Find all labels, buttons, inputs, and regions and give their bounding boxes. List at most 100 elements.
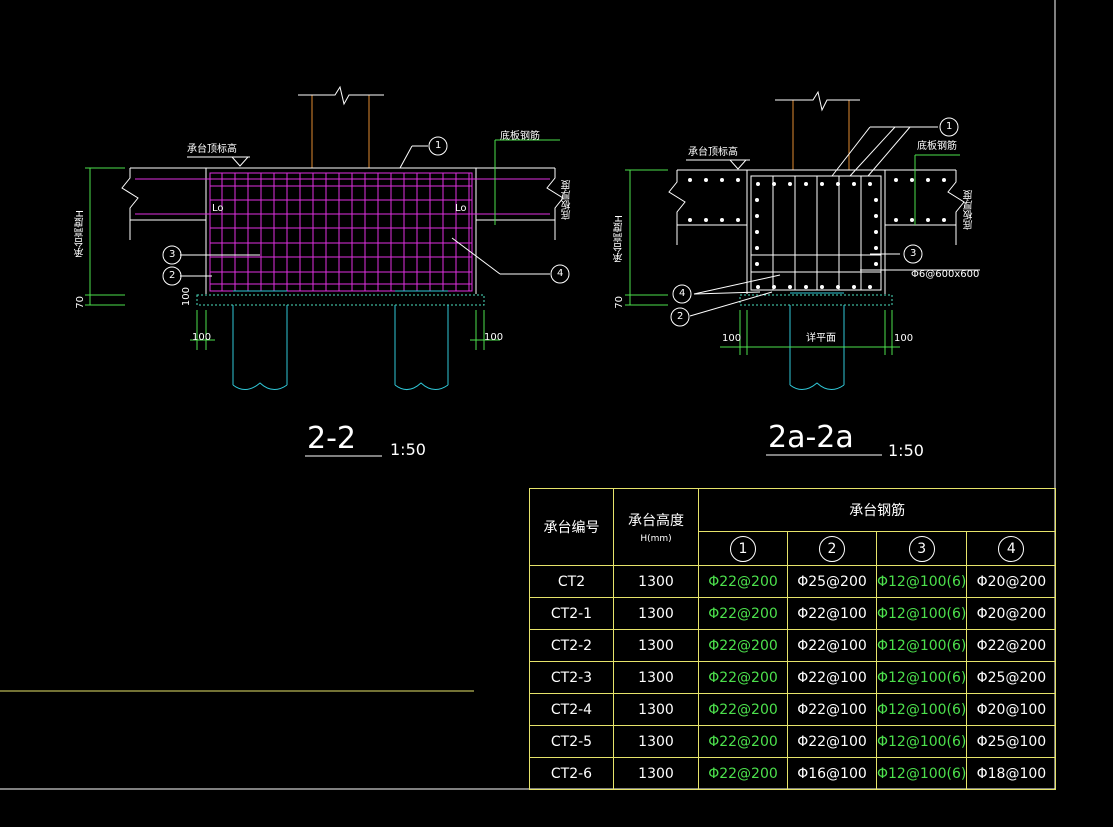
rebar-dot	[926, 218, 930, 222]
cell-r1: Φ22@200	[698, 661, 788, 694]
column-right	[792, 100, 850, 170]
rebar-dot	[942, 218, 946, 222]
header-col-1: 1	[698, 531, 788, 566]
table-row: CT2-3 1300 Φ22@200 Φ22@100 Φ12@100(6) Φ25@200	[529, 661, 1057, 694]
header-col-3-circle: 3	[908, 535, 935, 562]
rebar-dot	[852, 182, 856, 186]
cell-h: 1300	[613, 597, 699, 630]
marker-4-left-text: 4	[557, 268, 564, 279]
slab-thk-label-right: 底板厚度	[964, 190, 975, 230]
dim-70-left: 70	[75, 296, 86, 309]
table-row: CT2-1 1300 Φ22@200 Φ22@100 Φ12@100(6) Φ20@200	[529, 597, 1057, 630]
rebar-dot	[704, 218, 708, 222]
dim-right-offset-right: 100	[894, 333, 914, 344]
piles-left	[232, 290, 449, 390]
height-label-right: 承台高度H	[614, 215, 625, 263]
cell-r3: Φ12@100(6)	[875, 597, 968, 630]
rebar-dot	[874, 262, 878, 266]
cell-r3: Φ12@100(6)	[875, 693, 968, 726]
cell-r1: Φ22@200	[698, 757, 788, 790]
column-break-left	[298, 85, 384, 106]
cell-r1: Φ22@200	[698, 565, 788, 598]
cell-r2: Φ22@100	[787, 693, 877, 726]
rebar-dot	[772, 285, 776, 289]
bottom-bar-label-left: 底板钢筋	[500, 131, 540, 142]
table-row: CT2-4 1300 Φ22@200 Φ22@100 Φ12@100(6) Φ20@100	[529, 693, 1057, 726]
cell-r3: Φ12@100(6)	[875, 661, 968, 694]
stirrups-left	[221, 173, 470, 291]
cell-r4: Φ18@100	[966, 757, 1057, 790]
cell-r1: Φ22@200	[698, 597, 788, 630]
cell-r4: Φ22@200	[966, 629, 1057, 662]
rebar-dot	[755, 246, 759, 250]
tie-label-right: Φ6@600x600	[911, 269, 980, 280]
dims-left	[85, 139, 560, 350]
table-row: CT2-5 1300 Φ22@200 Φ22@100 Φ12@100(6) Φ25@100	[529, 725, 1057, 758]
column-left	[311, 95, 370, 168]
rebar-dot	[755, 214, 759, 218]
rebar-dot	[772, 182, 776, 186]
dim-left-offset-left: 100	[192, 332, 212, 343]
rebar-dot	[720, 218, 724, 222]
rebar-dot	[688, 218, 692, 222]
rebar-dot	[736, 178, 740, 182]
rebar-dot	[874, 230, 878, 234]
header-col-1-circle: 1	[730, 535, 756, 562]
concrete-outline-left	[121, 167, 564, 294]
cushion-right	[739, 294, 893, 306]
cushion-left	[196, 294, 485, 306]
rebar-dot	[836, 285, 840, 289]
cell-id: CT2-5	[529, 725, 614, 758]
cell-r3: Φ12@100(6)	[875, 565, 968, 598]
cell-r4: Φ20@200	[966, 597, 1057, 630]
marker-3-right-text: 3	[910, 248, 917, 259]
top-bar-label-left: 承台顶标高	[187, 144, 237, 155]
rebar-dot	[704, 178, 708, 182]
rebar-schedule-table: 承台编号 承台高度 H(mm) 承台钢筋 1 2 3 4 CT2 1300 Φ22@2…	[529, 488, 1057, 790]
header-col-4-circle: 4	[998, 535, 1025, 562]
rebar-dot	[804, 285, 808, 289]
cell-r1: Φ22@200	[698, 629, 788, 662]
rebar-dot	[874, 246, 878, 250]
rebar-dot	[926, 178, 930, 182]
marker-4-right-text: 4	[679, 288, 686, 299]
cell-h: 1300	[613, 565, 699, 598]
rebar-dot	[788, 182, 792, 186]
header-height-text: 承台高度	[628, 513, 684, 529]
dim-70-right: 70	[614, 296, 625, 309]
cell-r2: Φ22@100	[787, 597, 877, 630]
header-col-2: 2	[787, 531, 877, 566]
rebar-dot	[755, 198, 759, 202]
rebar-dot	[820, 285, 824, 289]
marker-2-right-text: 2	[677, 311, 684, 322]
column-break-right	[775, 90, 860, 112]
header-col-2-circle: 2	[819, 535, 845, 562]
header-col-4: 4	[966, 531, 1057, 566]
cell-r3: Φ12@100(6)	[875, 725, 968, 758]
dim-pile-right: 详平面	[806, 333, 836, 344]
title-2a-2a: 2a-2a	[768, 420, 854, 455]
scale-2a-2a: 1:50	[888, 441, 924, 460]
cell-id: CT2-1	[529, 597, 614, 630]
rebar-dot	[788, 285, 792, 289]
header-height: 承台高度 H(mm)	[613, 488, 699, 566]
scale-2-2: 1:50	[390, 440, 426, 459]
cell-r4: Φ25@100	[966, 725, 1057, 758]
marker-3-left-text: 3	[169, 249, 176, 260]
lo-left-label: Lo	[212, 203, 224, 214]
header-id: 承台编号	[529, 488, 614, 566]
rebar-dot	[910, 218, 914, 222]
cell-r1: Φ22@200	[698, 693, 788, 726]
rebar-dot	[756, 182, 760, 186]
rebar-dot	[852, 285, 856, 289]
cell-h: 1300	[613, 725, 699, 758]
header-rebar: 承台钢筋	[697, 488, 1057, 532]
rebar-dot	[804, 182, 808, 186]
bottom-bar-label-right: 底板钢筋	[917, 141, 957, 152]
rebar-dot	[874, 198, 878, 202]
dim-right-offset-left: 100	[484, 332, 504, 343]
rebar-dot	[755, 262, 759, 266]
cell-id: CT2-2	[529, 629, 614, 662]
cell-r3: Φ12@100(6)	[875, 629, 968, 662]
lo-right-label: Lo	[455, 203, 467, 214]
